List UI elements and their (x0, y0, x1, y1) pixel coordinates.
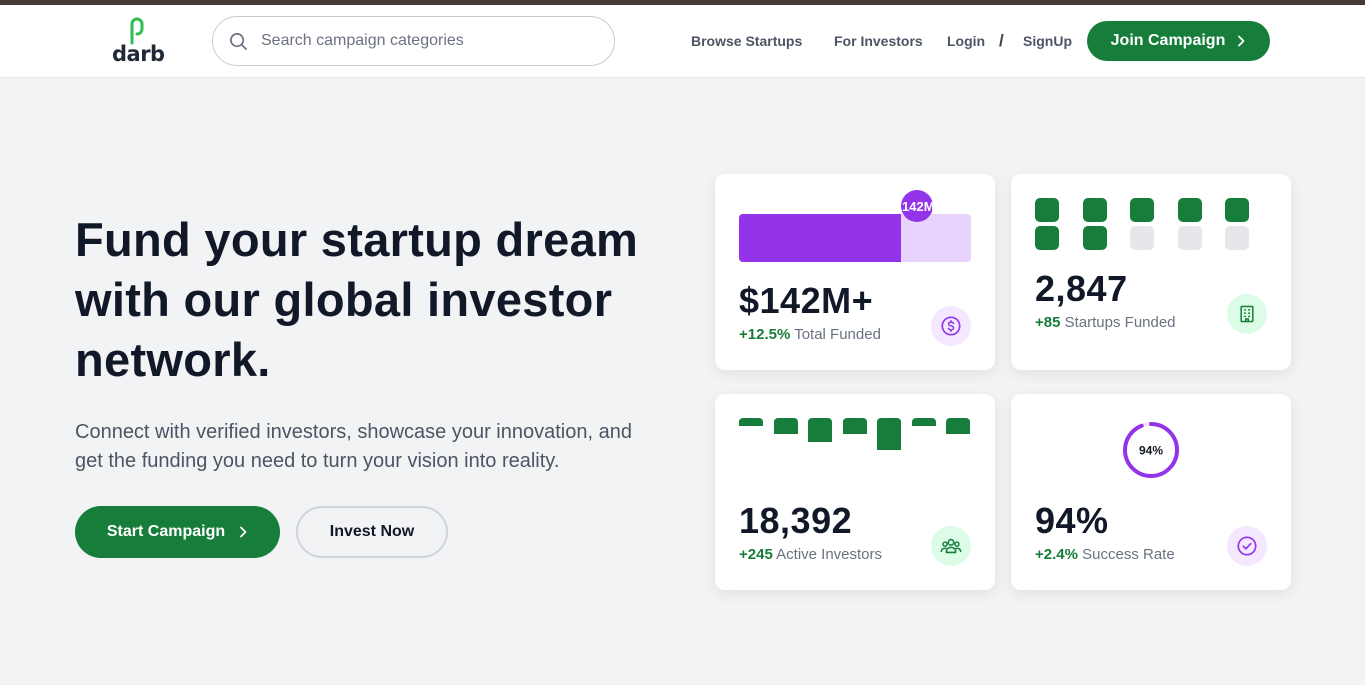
start-campaign-button[interactable]: Start Campaign (75, 506, 280, 558)
startup-grid-square (1130, 226, 1154, 250)
stat-label-text: Startups Funded (1064, 314, 1176, 331)
stat-label-text: Success Rate (1082, 546, 1175, 563)
investor-bar (842, 418, 867, 434)
nav-for-investors[interactable]: For Investors (834, 33, 923, 49)
dollar-icon-badge (931, 306, 971, 346)
funding-progress-bar (739, 214, 971, 262)
investor-bar (739, 418, 763, 426)
stat-label-text: Active Investors (776, 546, 883, 563)
stat-value: $142M+ (739, 280, 874, 321)
check-circle-icon (1237, 536, 1257, 556)
start-campaign-label: Start Campaign (106, 523, 226, 540)
stat-value: 2,847 (1035, 268, 1128, 309)
join-campaign-label: Join Campaign (1110, 32, 1226, 49)
check-circle-icon-badge (1227, 526, 1267, 566)
search-input[interactable] (261, 27, 591, 55)
building-icon-badge (1227, 294, 1267, 334)
users-icon-badge (931, 526, 971, 566)
stat-label-text: Total Funded (794, 326, 881, 343)
stat-value: 94% (1035, 500, 1109, 541)
nav-separator: / (999, 31, 1004, 50)
nav-login[interactable]: Login (947, 33, 985, 49)
startup-grid-square (1082, 198, 1107, 222)
search-icon (230, 33, 247, 50)
startup-grid-square (1225, 226, 1249, 250)
hero-subtitle: Connect with verified investors, showcas… (75, 421, 632, 472)
investor-bar (946, 418, 970, 434)
stat-value: 18,392 (739, 500, 853, 541)
stat-card-total-funded: 142M $142M+ +12.5% Total Funded (715, 174, 995, 370)
nav-browse-startups[interactable]: Browse Startups (691, 33, 802, 49)
funding-badge: 142M (901, 190, 933, 222)
startup-grid-square (1177, 226, 1202, 250)
hero-title: Fund your startup dream with our global … (75, 213, 639, 386)
search-bar[interactable] (212, 16, 615, 66)
investor-bar (911, 418, 936, 426)
users-icon (940, 538, 962, 554)
chevron-right-icon (240, 526, 247, 538)
startup-grid-square (1035, 226, 1059, 250)
success-ring-label: 94% (1139, 444, 1163, 458)
stat-label: +12.5% Total Funded (739, 326, 881, 343)
startup-grid-square (1177, 198, 1202, 222)
investor-bar (877, 418, 901, 450)
logo-mark-icon (130, 17, 144, 45)
stat-label: +2.4% Success Rate (1035, 546, 1175, 563)
startup-grid-square (1082, 226, 1107, 250)
stat-card-success-rate: 94% 94% +2.4% Success Rate (1011, 394, 1291, 590)
investor-bar (773, 418, 798, 434)
stat-card-startups-funded: 2,847 +85 Startups Funded (1011, 174, 1291, 370)
dollar-icon (941, 316, 961, 336)
funding-progress-fill (739, 214, 901, 262)
investor-bar (808, 418, 832, 442)
startup-grid-square (1035, 198, 1059, 222)
stat-label: +85 Startups Funded (1035, 314, 1176, 331)
invest-now-button[interactable]: Invest Now (296, 506, 448, 558)
invest-now-label: Invest Now (329, 523, 415, 540)
stat-card-active-investors: 18,392 +245 Active Investors (715, 394, 995, 590)
chevron-right-icon (1238, 35, 1245, 47)
stat-delta: +245 (739, 546, 773, 563)
stat-delta: +85 (1035, 314, 1061, 331)
startup-grid-square (1130, 198, 1154, 222)
logo[interactable]: darb (110, 15, 165, 67)
stat-delta: +12.5% (739, 326, 791, 343)
logo-text: darb (112, 42, 165, 66)
join-campaign-button[interactable]: Join Campaign (1087, 21, 1270, 61)
success-ring: 94% (1123, 422, 1179, 478)
nav-signup[interactable]: SignUp (1023, 33, 1072, 49)
startup-grid-square (1225, 198, 1249, 222)
stat-delta: +2.4% (1035, 546, 1078, 563)
building-icon (1240, 305, 1254, 323)
stat-label: +245 Active Investors (739, 546, 882, 563)
navbar: darb Browse Startups For Investors Login… (0, 5, 1365, 78)
